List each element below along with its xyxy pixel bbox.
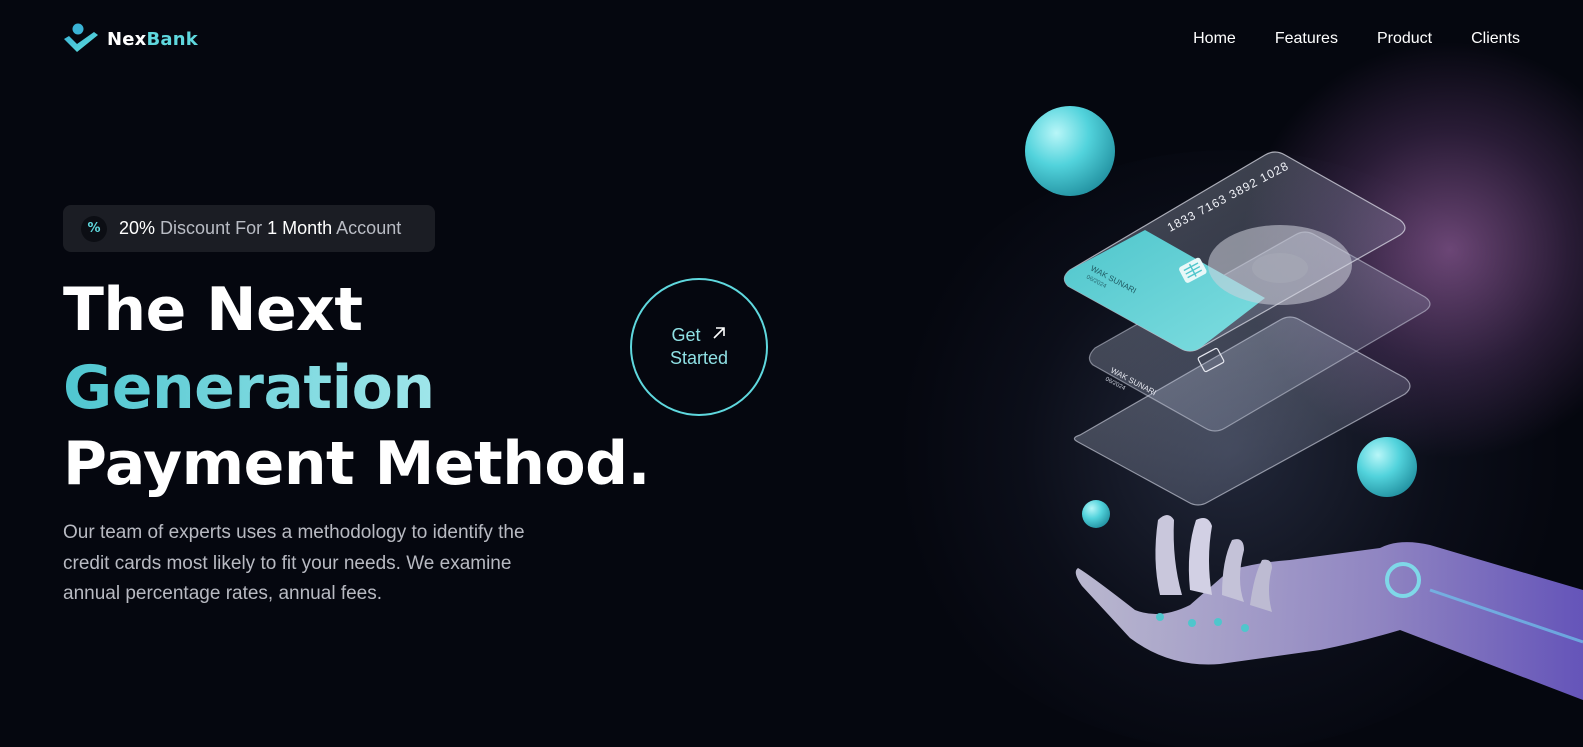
arrow-up-right-icon	[711, 324, 727, 347]
brand-name: NexBank	[107, 28, 198, 50]
hero-title-line-1: The Next	[63, 275, 363, 345]
hero-title-line-2: Generation	[63, 353, 435, 423]
main-nav: Home Features Product Clients	[1193, 30, 1520, 48]
hero-title-line-3: Payment Method.	[63, 429, 650, 499]
cta-label-1: Get	[671, 325, 701, 345]
robot-hand-illustration	[1075, 515, 1583, 700]
brand-logo[interactable]: NexBank	[63, 22, 198, 56]
nav-clients[interactable]: Clients	[1471, 30, 1520, 48]
percent-icon: %	[81, 215, 107, 242]
badge-text: 20% Discount For 1 Month Account	[119, 218, 401, 239]
decor-sphere-large	[1025, 106, 1115, 196]
nav-product[interactable]: Product	[1377, 30, 1432, 48]
hero-description: Our team of experts uses a methodology t…	[63, 522, 525, 604]
nav-features[interactable]: Features	[1275, 30, 1338, 48]
discount-badge: % 20% Discount For 1 Month Account	[63, 205, 435, 252]
badge-text-2: Account	[336, 218, 402, 238]
hero-illustration: WAK SUNARI 06/2024 1833 7163 3892 1028 W…	[1025, 106, 1583, 700]
badge-text-1: Discount For	[160, 218, 263, 238]
badge-highlight: 1 Month	[267, 218, 333, 238]
nav-home[interactable]: Home	[1193, 30, 1236, 48]
cta-label-2: Started	[669, 348, 729, 368]
logo-icon	[64, 23, 98, 52]
decor-sphere-medium	[1357, 437, 1417, 497]
decor-sphere-small	[1082, 500, 1110, 528]
badge-value: 20%	[119, 218, 156, 238]
get-started-button[interactable]: Get Started	[630, 278, 768, 416]
